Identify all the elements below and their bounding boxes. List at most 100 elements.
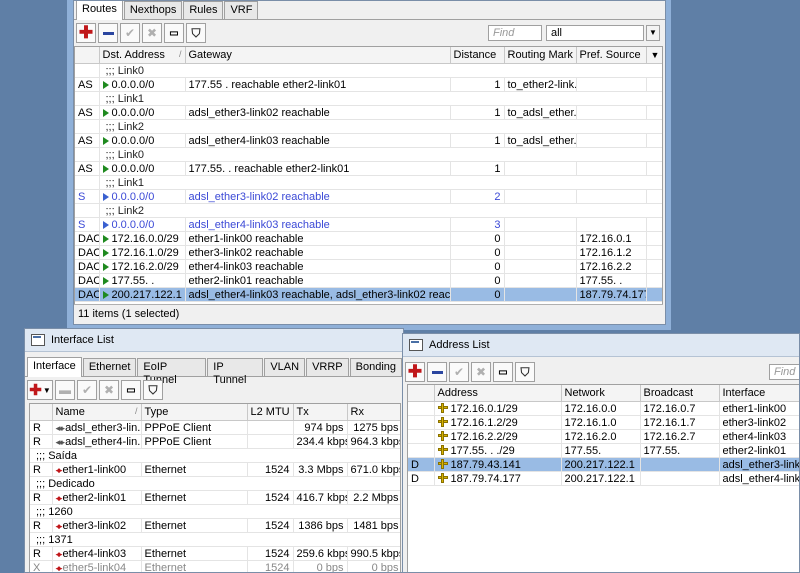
table-row[interactable]: R ◂▸ ether4-link03 Ethernet 1524 259.6 kbps 99… [30, 546, 400, 561]
add-dropdown-button[interactable]: ✚ ▼ [27, 380, 53, 400]
col-interface[interactable]: Interface [719, 385, 799, 402]
row-address: 187.79.74.177 [434, 471, 562, 486]
row-flags: AS [75, 161, 100, 176]
table-row[interactable]: ;;; Link0 [75, 147, 662, 162]
table-row[interactable]: S 0.0.0.0/0 adsl_ether3-link02 reachable 2 [75, 189, 662, 204]
table-row[interactable]: ;;; Link2 [75, 203, 662, 218]
table-row[interactable]: ;;; Dedicado [30, 476, 400, 491]
table-row[interactable]: AS 0.0.0.0/0 adsl_ether4-link03 reachable 1… [75, 133, 662, 148]
disable-button[interactable]: ✖ [99, 380, 119, 400]
col-gateway[interactable]: Gateway [185, 47, 451, 64]
table-row[interactable]: ;;; 1371 [30, 532, 400, 547]
table-row[interactable]: AS 0.0.0.0/0 adsl_ether3-link02 reachable 1… [75, 105, 662, 120]
row-l2-mtu [247, 434, 294, 449]
table-row[interactable]: R ◂▸ ether3-link02 Ethernet 1524 1386 bps 1481… [30, 518, 400, 533]
table-row[interactable]: R ◂▸ ether1-link00 Ethernet 1524 3.3 Mbps 671.… [30, 462, 400, 477]
table-row[interactable]: R ◂◂▸ adsl_ether4-lin... PPPoE Client 234.4 … [30, 434, 400, 449]
table-row[interactable]: 172.16.0.1/29 172.16.0.0 172.16.0.7 ether1-… [408, 401, 799, 416]
col-type[interactable]: Type [141, 404, 248, 421]
enable-button[interactable]: ✔ [120, 23, 140, 43]
interface-list-titlebar[interactable]: Interface List [25, 329, 403, 352]
filter-button[interactable]: ⛉ [186, 23, 206, 43]
tab-bonding[interactable]: Bonding [349, 358, 402, 376]
route-flag-icon [102, 290, 109, 299]
enable-button[interactable]: ✔ [77, 380, 97, 400]
tab-ip-tunnel[interactable]: IP Tunnel [207, 358, 264, 386]
row-name-text: ether3-link02 [62, 519, 127, 532]
table-row[interactable]: ;;; Link1 [75, 175, 662, 190]
table-row[interactable]: AS 0.0.0.0/0 177.55. . reachable ether2-li… [75, 161, 662, 176]
col-routing-mark[interactable]: Routing Mark [504, 47, 577, 64]
col-flag[interactable] [408, 385, 435, 402]
table-row[interactable]: X ◂▸ ether5-link04 Ethernet 1524 0 bps 0 bps [30, 560, 400, 572]
add-button[interactable]: ✚ [405, 362, 425, 382]
tab-eoip-tunnel[interactable]: EoIP Tunnel [137, 358, 207, 386]
table-row[interactable]: R ◂◂▸ adsl_ether3-lin... PPPoE Client 974 bp… [30, 420, 400, 435]
routes-find-input[interactable]: Find [488, 25, 542, 41]
row-flags: DAC [75, 273, 100, 288]
table-row[interactable]: DAC 172.16.2.0/29 ether4-link03 reachable 0… [75, 259, 662, 274]
table-row[interactable]: S 0.0.0.0/0 adsl_ether4-link03 reachable 3 [75, 217, 662, 232]
col-network[interactable]: Network [561, 385, 641, 402]
row-address: 172.16.0.1/29 [434, 401, 562, 416]
table-row[interactable]: DAC 200.217.122.1 adsl_ether4-link03 reach… [75, 287, 662, 302]
chevron-down-icon[interactable]: ▼ [646, 25, 660, 41]
tab-vlan[interactable]: VLAN [264, 358, 306, 376]
route-flag-icon [102, 80, 109, 89]
comment-button[interactable]: ▭ [493, 362, 513, 382]
table-row[interactable]: AS 0.0.0.0/0 177.55 . reachable ether2-lin… [75, 77, 662, 92]
table-row[interactable]: DAC 172.16.1.0/29 ether3-link02 reachable 0… [75, 245, 662, 260]
tab-vrrp[interactable]: VRRP [306, 358, 349, 376]
col-flags[interactable] [75, 47, 100, 64]
col-flag[interactable] [30, 404, 53, 421]
table-row[interactable]: D 187.79.43.141 200.217.122.1 adsl_ether3-l… [408, 457, 799, 472]
table-row[interactable]: 172.16.1.2/29 172.16.1.0 172.16.1.7 ether3-… [408, 415, 799, 430]
tab-ethernet[interactable]: Ethernet [82, 358, 137, 376]
ethernet-icon: ◂▸ [55, 492, 63, 503]
col-broadcast[interactable]: Broadcast [640, 385, 720, 402]
table-row[interactable]: ;;; Saída [30, 448, 400, 463]
tab-rules[interactable]: Rules [183, 1, 224, 19]
comment-button[interactable]: ▭ [121, 380, 141, 400]
minus-icon [102, 31, 114, 35]
comment-button[interactable]: ▭ [164, 23, 184, 43]
enable-button[interactable]: ✔ [449, 362, 469, 382]
address-list-titlebar[interactable]: Address List [403, 334, 799, 357]
remove-button[interactable] [98, 23, 118, 43]
address-find-input[interactable]: Find [769, 364, 799, 380]
table-row[interactable]: DAC 172.16.0.0/29 ether1-link00 reachable 0… [75, 231, 662, 246]
col-rx[interactable]: Rx [347, 404, 400, 421]
table-row[interactable]: 172.16.2.2/29 172.16.2.0 172.16.2.7 ether4-… [408, 429, 799, 444]
table-row[interactable]: ;;; Link1 [75, 91, 662, 106]
col-l2-mtu[interactable]: L2 MTU [247, 404, 294, 421]
disable-button[interactable]: ✖ [471, 362, 491, 382]
row-gateway: adsl_ether3-link02 reachable [185, 105, 451, 120]
tab-vrf[interactable]: VRF [224, 1, 259, 19]
col-address[interactable]: Address [434, 385, 562, 402]
table-row[interactable]: D 187.79.74.177 200.217.122.1 adsl_ether4-l… [408, 471, 799, 486]
remove-button[interactable] [427, 362, 447, 382]
table-row[interactable]: ;;; Link0 [75, 63, 662, 78]
col-distance[interactable]: Distance [450, 47, 505, 64]
col-dst-address[interactable]: Dst. Address / [99, 47, 186, 64]
col-tx[interactable]: Tx [293, 404, 348, 421]
table-row[interactable]: 177.55. . ./29 177.55. 177.55. ether2-link0… [408, 443, 799, 458]
row-name: ◂▸ ether3-link02 [52, 518, 142, 533]
add-button[interactable]: ✚ [76, 23, 96, 43]
table-row[interactable]: DAC 177.55. . ether2-link01 reachable 0 177.… [75, 273, 662, 288]
filter-button[interactable]: ⛉ [515, 362, 535, 382]
table-row[interactable]: ;;; Link2 [75, 119, 662, 134]
table-row[interactable]: ;;; 1260 [30, 504, 400, 519]
routes-filter-select[interactable]: all [546, 25, 644, 41]
tab-nexthops[interactable]: Nexthops [123, 1, 183, 19]
filter-button[interactable]: ⛉ [143, 380, 163, 400]
column-menu-icon[interactable]: ▼ [646, 47, 662, 64]
table-row[interactable]: R ◂▸ ether2-link01 Ethernet 1524 416.7 kbps 2.… [30, 490, 400, 505]
tab-routes[interactable]: Routes [76, 1, 123, 20]
remove-button[interactable]: ▬ [55, 380, 75, 400]
col-pref-source[interactable]: Pref. Source [576, 47, 647, 64]
disable-button[interactable]: ✖ [142, 23, 162, 43]
tab-interface[interactable]: Interface [27, 357, 82, 377]
col-name[interactable]: Name / [52, 404, 142, 421]
col-name-label: Name [55, 406, 85, 418]
